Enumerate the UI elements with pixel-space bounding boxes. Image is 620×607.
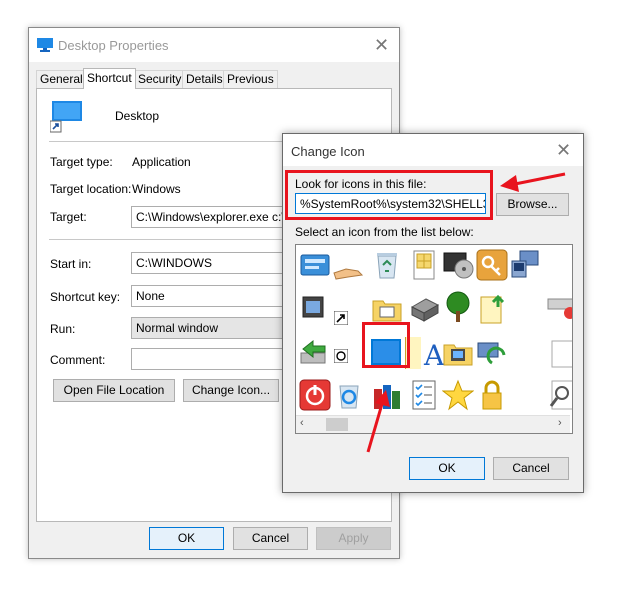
annotation-arrows bbox=[366, 172, 566, 453]
tab-shortcut[interactable]: Shortcut bbox=[83, 68, 136, 89]
